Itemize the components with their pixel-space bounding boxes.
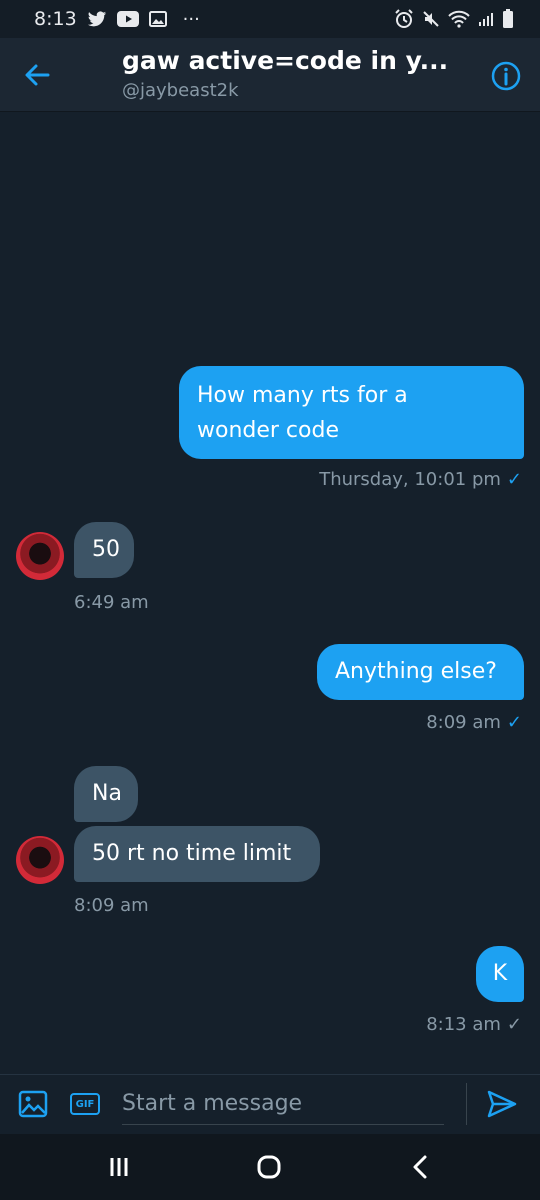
- message-timestamp: 8:09 am: [74, 895, 149, 916]
- send-button[interactable]: [486, 1089, 518, 1123]
- message-timestamp: Thursday, 10:01 pm ✓: [319, 469, 522, 490]
- message-text-line: 50: [92, 537, 120, 562]
- message-composer: GIF: [0, 1074, 540, 1134]
- wifi-icon: [448, 10, 470, 28]
- outgoing-message-bubble[interactable]: How many rts for a wonder code: [179, 366, 524, 459]
- avatar[interactable]: [16, 532, 64, 580]
- back-nav-button[interactable]: [406, 1152, 436, 1182]
- message-timestamp: 6:49 am: [74, 592, 149, 613]
- signal-icon: [478, 11, 494, 27]
- message-text-line: How many rts for a: [197, 383, 408, 408]
- incoming-message-bubble[interactable]: 50: [74, 522, 134, 578]
- gif-icon: GIF: [70, 1093, 100, 1115]
- composer-divider: [466, 1083, 467, 1125]
- gallery-notification-icon: [148, 11, 167, 27]
- twitter-notification-icon: [87, 10, 107, 28]
- status-time: 8:13: [34, 8, 77, 30]
- recents-button[interactable]: [104, 1152, 134, 1182]
- message-input[interactable]: [122, 1083, 444, 1125]
- back-nav-icon: [413, 1155, 427, 1179]
- more-notifications-icon: ···: [182, 8, 200, 30]
- incoming-message-bubble[interactable]: Na: [74, 766, 138, 822]
- image-icon: [18, 1090, 48, 1118]
- message-text-line: Na: [92, 781, 122, 806]
- home-button[interactable]: [254, 1152, 284, 1182]
- recents-icon: [110, 1158, 128, 1176]
- message-text-line: 50 rt no time limit: [92, 841, 292, 866]
- sent-check-icon: ✓: [506, 712, 522, 733]
- youtube-notification-icon: [116, 11, 139, 27]
- back-button[interactable]: [22, 60, 52, 90]
- message-text-line: K: [492, 961, 508, 986]
- conversation-header: gaw active=code in y... @jaybeast2k: [0, 38, 540, 112]
- sent-check-icon: ✓: [506, 469, 522, 490]
- info-icon: [491, 61, 521, 91]
- alarm-icon: [394, 9, 414, 29]
- battery-icon: [502, 9, 514, 29]
- back-arrow-icon: [25, 64, 50, 86]
- conversation-handle: @jaybeast2k: [122, 80, 239, 101]
- status-bar: 8:13 ···: [0, 0, 540, 38]
- conversation-title-area[interactable]: gaw active=code in y... @jaybeast2k: [122, 44, 462, 104]
- gif-button[interactable]: GIF: [70, 1093, 100, 1115]
- image-button[interactable]: [18, 1089, 48, 1123]
- avatar[interactable]: [16, 836, 64, 884]
- message-timestamp: 8:13 am ✓: [426, 1014, 522, 1035]
- message-text-line: Anything else?: [335, 659, 497, 684]
- info-button[interactable]: [490, 60, 522, 92]
- conversation-title: gaw active=code in y...: [122, 46, 449, 75]
- outgoing-message-bubble[interactable]: K: [476, 946, 524, 1002]
- message-text-line: wonder code: [197, 418, 339, 443]
- outgoing-message-bubble[interactable]: Anything else?: [317, 644, 524, 700]
- sent-check-icon: ✓: [506, 1014, 522, 1035]
- system-navigation-bar: [0, 1134, 540, 1200]
- home-icon: [257, 1155, 281, 1179]
- send-icon: [487, 1090, 517, 1118]
- mute-icon: [422, 10, 440, 28]
- message-timestamp: 8:09 am ✓: [426, 712, 522, 733]
- incoming-message-bubble[interactable]: 50 rt no time limit: [74, 826, 320, 882]
